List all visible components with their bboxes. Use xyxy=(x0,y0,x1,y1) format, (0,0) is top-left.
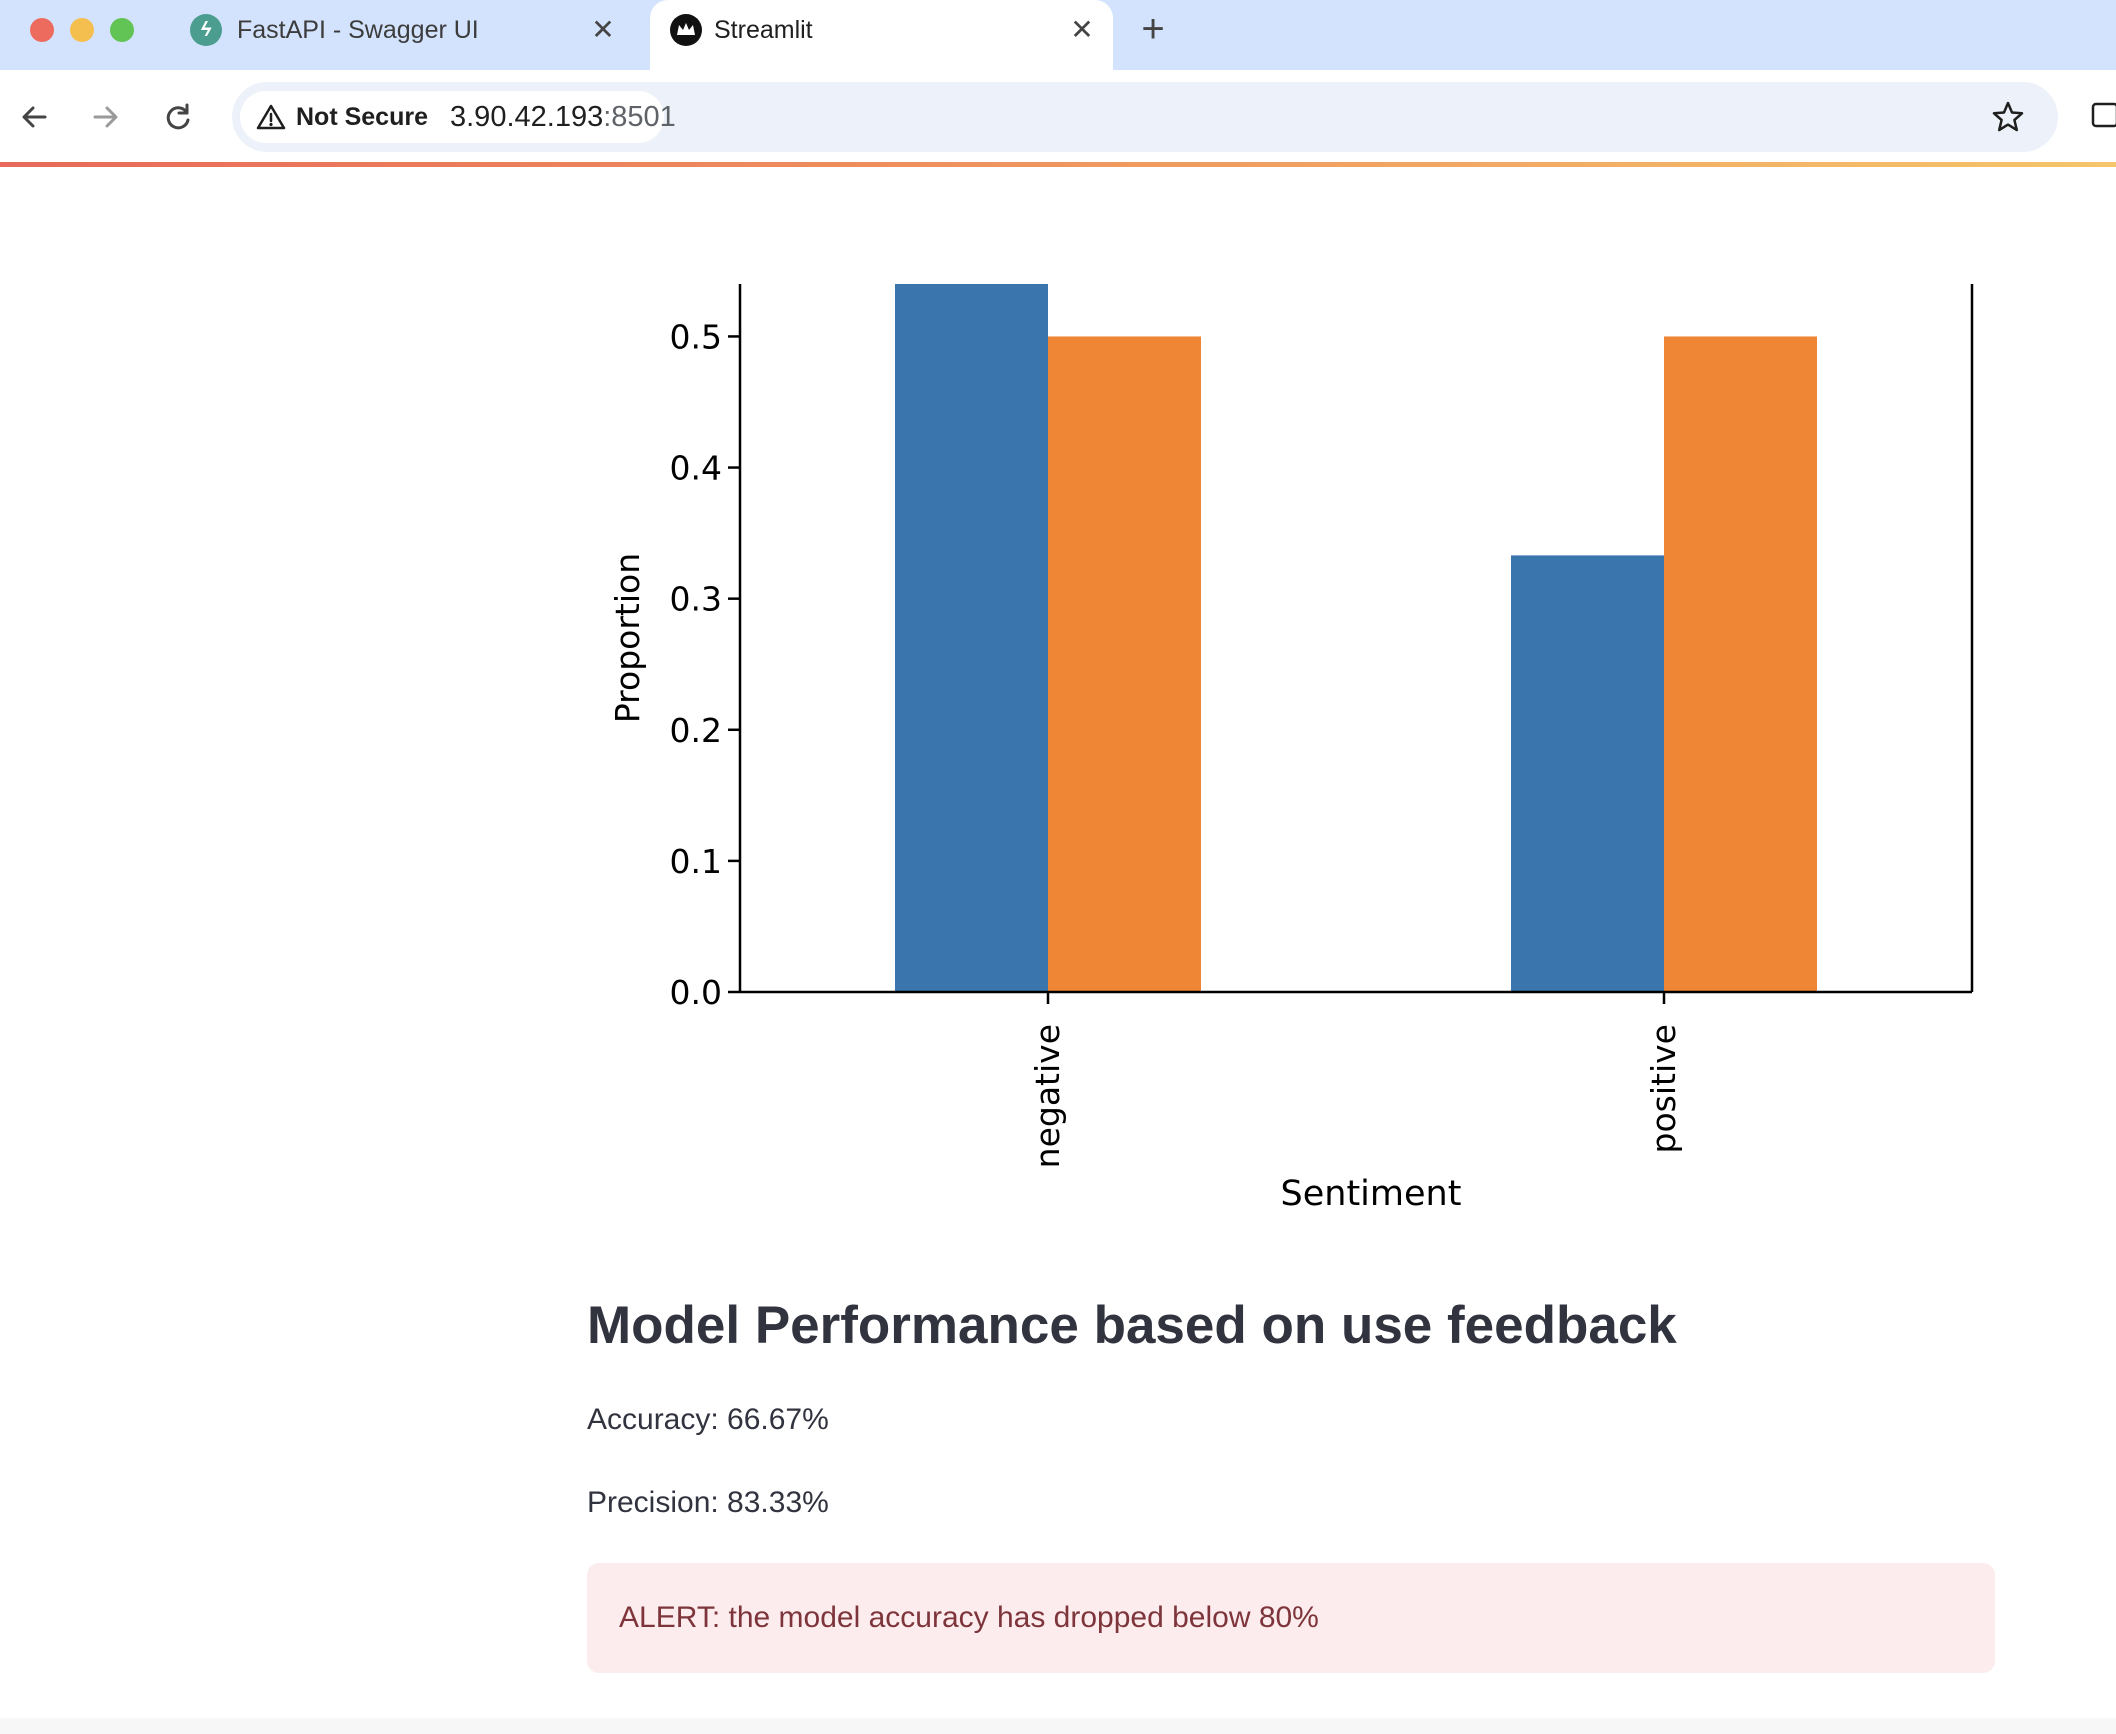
page-heading: Model Performance based on use feedback xyxy=(587,1296,1677,1355)
loading-progress-bar xyxy=(0,162,2116,167)
fastapi-icon: ϟ xyxy=(190,14,222,46)
tab-fastapi[interactable]: ϟ FastAPI - Swagger UI ✕ xyxy=(175,0,635,70)
y-tick-label: 0.3 xyxy=(670,580,722,619)
x-tick-label: positive xyxy=(1644,1024,1683,1153)
tab-title: Streamlit xyxy=(714,16,813,44)
browser-toolbar: Not Secure 3.90.42.193:8501 xyxy=(0,70,2116,164)
tab-strip: ϟ FastAPI - Swagger UI ✕ Streamlit ✕ + xyxy=(0,0,2116,70)
accuracy-text: Accuracy: 66.67% xyxy=(587,1403,829,1436)
precision-text: Precision: 83.33% xyxy=(587,1486,829,1519)
bar-positive-series-2 xyxy=(1664,336,1817,992)
url-host: 3.90.42.193 xyxy=(450,101,604,133)
close-window-button[interactable] xyxy=(30,18,54,42)
page-footer-edge xyxy=(0,1718,2116,1734)
address-bar[interactable]: Not Secure 3.90.42.193:8501 xyxy=(232,82,2058,152)
y-tick-label: 0.2 xyxy=(670,711,722,750)
alert-text: ALERT: the model accuracy has dropped be… xyxy=(619,1601,1319,1634)
chart-svg: negative positive 0.0 0.1 0.2 0.3 0.4 0.5 Propor… xyxy=(608,284,1974,1214)
y-tick-label: 0.0 xyxy=(670,973,722,1012)
x-axis-label: Sentiment xyxy=(1281,1174,1462,1214)
zoom-window-button[interactable] xyxy=(110,18,134,42)
streamlit-icon xyxy=(670,14,702,46)
close-tab-icon[interactable]: ✕ xyxy=(588,0,618,60)
url-port: :8501 xyxy=(603,101,676,133)
minimize-window-button[interactable] xyxy=(70,18,94,42)
bar-negative-series-2 xyxy=(1048,336,1201,992)
bookmark-star-icon[interactable] xyxy=(1990,99,2026,135)
alert-banner: ALERT: the model accuracy has dropped be… xyxy=(587,1563,1995,1673)
tab-streamlit[interactable]: Streamlit ✕ xyxy=(650,0,1113,70)
url-text[interactable]: 3.90.42.193:8501 xyxy=(450,82,676,152)
bar-negative-series-1 xyxy=(895,284,1048,992)
y-tick-label: 0.5 xyxy=(670,317,722,356)
side-panel-icon[interactable] xyxy=(2090,100,2116,130)
tab-title: FastAPI - Swagger UI xyxy=(237,16,479,44)
sentiment-bar-chart: negative positive 0.0 0.1 0.2 0.3 0.4 0.5 Propor… xyxy=(560,270,2000,1230)
bar-positive-series-1 xyxy=(1511,555,1664,992)
x-tick-label: negative xyxy=(1028,1024,1067,1168)
back-arrow-icon[interactable] xyxy=(15,92,55,142)
security-label: Not Secure xyxy=(296,103,428,131)
close-tab-icon[interactable]: ✕ xyxy=(1067,0,1097,60)
forward-arrow-icon[interactable] xyxy=(85,92,125,142)
y-tick-label: 0.1 xyxy=(670,842,722,881)
reload-icon[interactable] xyxy=(158,92,198,142)
warning-icon xyxy=(256,103,286,131)
y-tick-label: 0.4 xyxy=(670,449,722,488)
new-tab-button[interactable]: + xyxy=(1138,6,1168,52)
y-axis-label: Proportion xyxy=(608,553,647,723)
